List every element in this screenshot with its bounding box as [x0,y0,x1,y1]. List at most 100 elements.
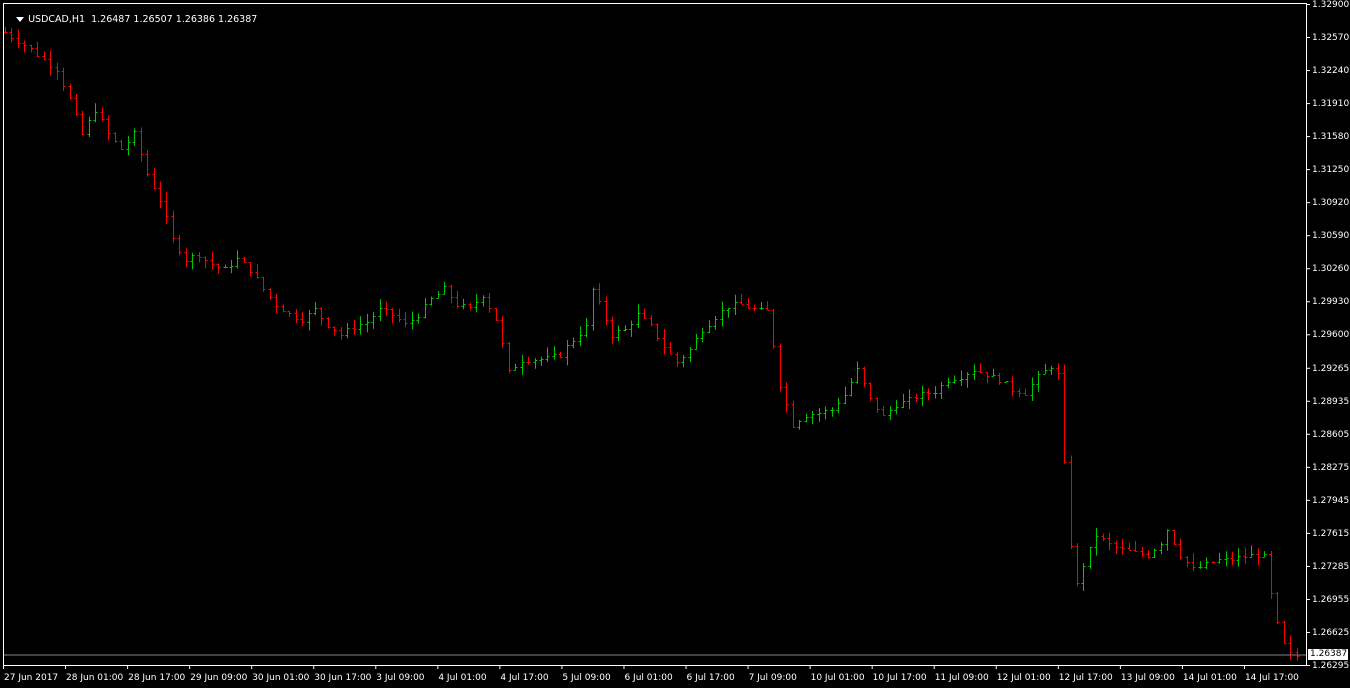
ohlc-bar [662,328,667,355]
ohlc-bar [810,411,815,424]
ohlc-bar [513,363,518,371]
ohlc-bar [700,327,705,343]
ohlc-bar [1049,365,1054,375]
price-tick-label: 1.27285 [1312,562,1349,572]
time-tick-label: 5 Jul 09:00 [562,673,611,683]
ohlc-bar [681,354,686,368]
chart-canvas[interactable]: 1.32900 1.32570 1.32240 1.31910 1.31580 1.312… [0,0,1350,688]
ohlc-bar [616,325,621,342]
time-tick-label: 6 Jul 01:00 [624,673,673,683]
ohlc-bar [113,132,118,143]
time-tick-label: 29 Jun 09:00 [190,673,247,683]
ohlc-bar [397,308,402,323]
ohlc-bar [61,67,66,91]
ohlc-bar [177,234,182,256]
ohlc-bar [1107,532,1112,551]
ohlc-bar [849,378,854,397]
ohlc-bar [520,354,525,376]
ohlc-bar [868,382,873,402]
ohlc-bar [1243,548,1248,564]
ohlc-bar [610,316,615,344]
ohlc-bar [642,308,647,319]
ohlc-bar [1010,376,1015,397]
ohlc-bar [287,310,292,318]
ohlc-bar [345,323,350,339]
ohlc-bar [939,381,944,399]
ohlc-bar [145,150,150,177]
ohlc-bar [694,333,699,350]
price-tick-label: 1.27615 [1312,529,1349,539]
ohlc-bar [1256,548,1261,566]
ohlc-bar [1023,388,1028,396]
ohlc-bar [985,372,990,384]
ohlc-bar [636,304,641,328]
price-bars [3,26,1300,661]
plot-frame [3,3,1307,666]
ohlc-bar [707,320,712,334]
ohlc-bar [210,251,215,270]
ohlc-bar [80,110,85,136]
ohlc-bar [604,296,609,326]
ohlc-bar [1185,556,1190,568]
ohlc-bar [1288,635,1293,660]
ohlc-bar [1133,540,1138,552]
ohlc-bar [1282,620,1287,644]
ohlc-bar [978,363,983,374]
ohlc-bar [1165,529,1170,551]
ohlc-bar [423,297,428,319]
ohlc-bar [830,407,835,417]
ohlc-bar [416,313,421,324]
ohlc-bar [688,346,693,363]
symbol-header[interactable]: USDCAD,H1 1.26487 1.26507 1.26386 1.2638… [4,3,257,36]
price-tick-label: 1.31910 [1312,99,1349,109]
price-tick-label: 1.31580 [1312,132,1349,142]
ohlc-bar [926,388,931,401]
ohlc-bar [1004,381,1009,383]
time-tick-label: 27 Jun 2017 [4,673,58,683]
ohlc-bar [778,343,783,392]
ohlc-bar [946,377,951,389]
ohlc-bar [481,295,486,307]
ohlc-bar [410,311,415,330]
ohlc-bar [1081,563,1086,591]
price-tick-label: 1.30920 [1312,198,1349,208]
ohlc-bar [1075,543,1080,587]
ohlc-bar [584,318,589,338]
price-tick-label: 1.29600 [1312,330,1349,340]
ohlc-bar [449,284,454,304]
ohlc-bar [281,304,286,312]
price-tick-label: 1.29265 [1312,364,1349,374]
price-tick-label: 1.29930 [1312,297,1349,307]
ohlc-bar [1152,548,1157,558]
ohlc-bar [119,139,124,150]
ohlc-bar [552,346,557,360]
price-tick-label: 1.26955 [1312,595,1349,605]
ohlc-bar [1236,548,1241,567]
ohlc-bar [378,299,383,322]
ohlc-bar [771,309,776,349]
ohlc-bar [1211,561,1216,564]
ohlc-bar [649,314,654,327]
ohlc-bar [1204,557,1209,570]
ohlc-bar [629,320,634,337]
ohlc-bar [326,316,331,329]
ohlc-bar [48,50,53,76]
ohlc-bar [1088,546,1093,569]
chart-window[interactable]: 1.32900 1.32570 1.32240 1.31910 1.31580 1.312… [0,0,1350,688]
ohlc-bar [668,342,673,355]
time-tick-label: 6 Jul 17:00 [687,673,736,683]
price-tick-label: 1.32570 [1312,33,1349,43]
ohlc-bar [1120,539,1125,555]
ohlc-bar [216,263,221,275]
ohlc-bar [907,389,912,409]
ohlc-bar [55,62,60,80]
time-tick-label: 10 Jul 17:00 [873,673,927,683]
price-tick-label: 1.30590 [1312,231,1349,241]
time-tick-label: 3 Jul 09:00 [376,673,425,683]
ohlc-bar [197,252,202,263]
ohlc-bar [855,361,860,384]
ohlc-bar [203,256,208,269]
ohlc-bar [558,351,563,358]
ohlc-bar [888,406,893,420]
dropdown-triangle-icon[interactable] [16,17,25,22]
